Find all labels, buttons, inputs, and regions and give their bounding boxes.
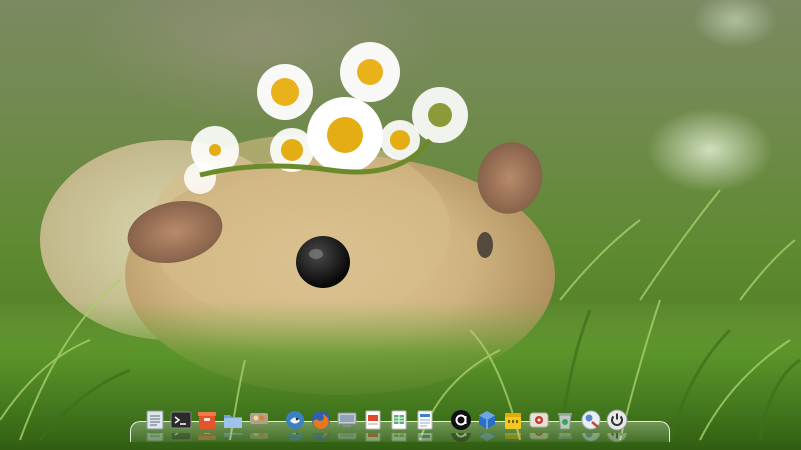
dock-reflection [144,433,166,443]
dock-reflection [336,433,358,443]
cube-icon [476,409,498,431]
firefox-icon [310,409,332,431]
games-icon [528,409,550,431]
desktop [0,0,801,450]
power-icon [606,409,628,431]
dock-reflection [388,433,410,443]
dock-item-virtualbox[interactable] [476,409,498,441]
package-icon [196,409,218,431]
dock-item-archive[interactable] [502,409,524,439]
folder-icon [222,409,244,431]
dock-reflection [248,433,270,443]
dock-item-power[interactable] [606,409,628,443]
archive-icon [502,409,524,431]
dock-item-document[interactable] [414,409,436,442]
dock-reflection [450,433,472,443]
dock-reflection [606,433,628,443]
chat-bird-icon [284,409,306,431]
dock-item-games[interactable] [528,409,550,440]
dock-reflection [222,433,244,443]
spreadsheet-icon [388,409,410,431]
dock-item-amazon[interactable] [450,409,472,442]
dock-items [144,409,628,443]
dock-reflection [502,433,524,443]
terminal-icon [170,409,192,431]
settings-icon [580,409,602,431]
dock-item-terminal[interactable] [170,409,192,441]
wallpaper-image [0,42,801,450]
trash-icon [554,409,576,431]
dock-item-file-manager[interactable] [222,409,244,437]
dock-item-display-settings[interactable] [336,409,358,440]
dock-reflection [580,433,602,443]
dock-item-text-editor[interactable] [144,409,166,442]
document-icon [414,409,436,431]
monitor-icon [248,409,270,431]
dock-reflection [310,433,332,443]
dock-item-pidgin[interactable] [284,409,306,441]
dock-item-system-monitor[interactable] [248,409,270,439]
dock-reflection [170,433,192,443]
dock-reflection [554,433,576,443]
text-editor-icon [144,409,166,431]
dock-separator [440,409,446,431]
dock-reflection [414,433,436,443]
dock-item-package-installer[interactable] [196,409,218,440]
display-icon [336,409,358,431]
dock-reflection [476,433,498,443]
dock-separator [274,409,280,431]
dock [130,406,670,446]
dock-reflection [362,433,384,443]
amazon-icon [450,409,472,431]
dock-item-trash[interactable] [554,409,576,439]
dock-reflection [528,433,550,443]
dock-reflection [284,433,306,443]
dock-item-spreadsheet[interactable] [388,409,410,442]
dock-item-firefox[interactable] [310,409,332,441]
presentation-icon [362,409,384,431]
dock-item-presentation[interactable] [362,409,384,442]
dock-reflection [196,433,218,443]
dock-item-settings[interactable] [580,409,602,442]
